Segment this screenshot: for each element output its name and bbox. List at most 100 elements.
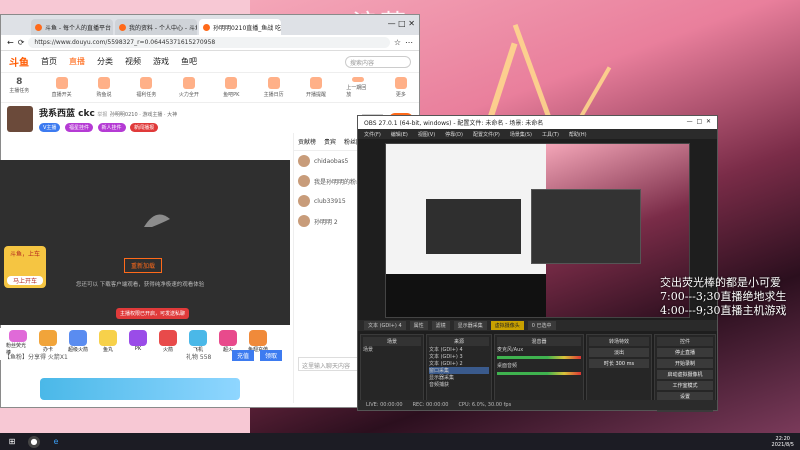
virtual-camera-start-button[interactable]: 启动虚拟摄像机	[657, 370, 713, 379]
nav-item[interactable]: 视频	[125, 56, 141, 67]
tab-contrib[interactable]: 贡献榜	[298, 137, 316, 146]
gift-item[interactable]: PK	[126, 330, 150, 356]
duration-field[interactable]: 时长 300 ms	[589, 359, 649, 368]
feature-item[interactable]: 直播开关	[49, 77, 73, 98]
window-controls[interactable]: — □ ✕	[388, 19, 415, 28]
claim-button[interactable]: 领取	[260, 350, 283, 361]
obs-preview[interactable]	[385, 143, 690, 318]
system-clock[interactable]: 22:20 2021/8/5	[772, 436, 794, 448]
gift-item[interactable]: 超级火箭	[66, 330, 90, 356]
reload-button[interactable]: 重新加载	[124, 258, 163, 273]
menu-scenes[interactable]: 场景集(S)	[510, 131, 532, 138]
feature-icon	[225, 77, 238, 89]
url-field[interactable]: https://www.douyu.com/5598327_r=0.064453…	[28, 37, 390, 48]
window-controls[interactable]: — □ ✕	[687, 118, 711, 127]
obs-taskbar-icon[interactable]: ●	[28, 435, 40, 448]
edge-taskbar-icon[interactable]: e	[50, 436, 62, 448]
stream-overlay-text: 交出荧光棒的都是小可爱 7:00---3;30直播绝地求生 4:00---9;3…	[660, 276, 787, 317]
menu-profile[interactable]: 配置文件(P)	[473, 131, 500, 138]
filters-button[interactable]: 滤镜	[431, 321, 450, 330]
promo-banner[interactable]: 斗鱼，上车 马上开车	[4, 246, 46, 288]
mixer-dock: 混音器 麦克风/Aux 桌面音频	[494, 334, 584, 402]
nav-item[interactable]: 游戏	[153, 56, 169, 67]
browser-tab-active[interactable]: 孙明明0210直播_鱼战 吃	[199, 19, 281, 35]
client-hint: 您还可以 下载客户端观看，获得纯净极速的观看体验	[76, 282, 205, 288]
nav-item[interactable]: 直播	[69, 56, 85, 67]
avatar[interactable]	[7, 106, 33, 132]
studio-mode-button[interactable]: 工作室模式	[657, 381, 713, 390]
audio-meter	[497, 372, 581, 375]
douyu-icon	[35, 23, 42, 31]
report-link[interactable]: 举报	[97, 112, 107, 118]
gift-item[interactable]: 鱼丸	[96, 330, 120, 356]
menu-help[interactable]: 帮助(H)	[569, 131, 587, 138]
feature-item[interactable]: 主播日历	[261, 77, 285, 98]
charge-button[interactable]: 充值	[232, 350, 255, 361]
browser-tab[interactable]: 我的资料 - 个人中心 - 斗鱼	[115, 19, 197, 35]
feature-item[interactable]: 购鱼说	[92, 77, 116, 98]
selection-count: 0 已选中	[527, 321, 556, 330]
video-player[interactable]: 重新加载 您还可以 下载客户端观看，获得纯净极速的观看体验 斗鱼，上车 马上开车 …	[0, 160, 290, 325]
menu-tools[interactable]: 工具(T)	[542, 131, 559, 138]
rec-time: REC: 00:00:00	[412, 402, 449, 408]
site-logo[interactable]: 斗鱼	[9, 54, 29, 69]
gift-item[interactable]: 火箭	[156, 330, 180, 356]
feature-item[interactable]: 更多	[389, 77, 413, 98]
obs-window: OBS 27.0.1 (64-bit, windows) - 配置文件: 未命名…	[357, 115, 718, 412]
windows-start-icon[interactable]: ⊞	[6, 436, 18, 448]
display-capture-button[interactable]: 显示器采集	[453, 321, 487, 330]
address-bar: ← ⟳ https://www.douyu.com/5598327_r=0.06…	[1, 35, 419, 51]
taskbar: ⊞ ● e 22:20 2021/8/5	[0, 433, 800, 450]
virtual-camera-button[interactable]: 虚拟摄像头	[490, 321, 524, 330]
browser-tab[interactable]: 斗鱼 - 每个人的直播平台	[31, 19, 113, 35]
feature-item[interactable]: 8 主播任务	[7, 77, 31, 98]
feature-item[interactable]: 火力全开	[177, 77, 201, 98]
source-item[interactable]: 文本 (GDI+) 3	[429, 353, 489, 360]
douyu-icon	[119, 23, 126, 31]
source-item[interactable]: 文本 (GDI+) 4	[429, 346, 489, 353]
refresh-icon[interactable]: ⟳	[18, 38, 25, 47]
badge: 新人挂件	[97, 123, 126, 132]
share-text[interactable]: 【鱼粉】分享得 火箭X1	[4, 352, 68, 361]
feature-icon	[182, 77, 195, 89]
gift-icon	[9, 330, 27, 342]
record-button[interactable]: 开始录制	[657, 359, 713, 368]
menu-file[interactable]: 文件(F)	[364, 131, 381, 138]
feature-item[interactable]: 鱼吧PK	[219, 77, 243, 98]
nav-item[interactable]: 鱼吧	[181, 56, 197, 67]
cpu-fps: CPU: 6.0%, 30.00 fps	[458, 402, 512, 408]
star-icon[interactable]: ☆	[394, 38, 401, 47]
scene-item[interactable]: 场景	[363, 346, 421, 353]
source-item[interactable]: 音频捕获	[429, 381, 489, 388]
gift-icon	[219, 330, 237, 346]
scenes-dock: 场景 场景	[360, 334, 424, 402]
live-time: LIVE: 00:00:00	[366, 402, 403, 408]
source-item[interactable]: 窗口采集	[429, 367, 489, 374]
back-icon[interactable]: ←	[7, 38, 14, 47]
properties-button[interactable]: 属性	[409, 321, 428, 330]
source-item[interactable]: 文本 (GDI+) 2	[429, 360, 489, 367]
menu-dock[interactable]: 停靠(D)	[445, 131, 463, 138]
selected-source: 文本 (GDI+) 4	[364, 321, 406, 330]
site-nav: 斗鱼 首页 直播 分类 视频 游戏 鱼吧 搜索内容	[1, 51, 419, 73]
menu-view[interactable]: 视图(V)	[418, 131, 435, 138]
feature-item[interactable]: 福利任务	[134, 77, 158, 98]
badge: 新闻播报	[130, 123, 159, 132]
badge: V主播	[39, 123, 61, 132]
source-item[interactable]: 显示器采集	[429, 374, 489, 381]
room-title: 我系西蓝 ckc	[39, 109, 95, 119]
search-input[interactable]: 搜索内容	[345, 55, 411, 68]
nav-item[interactable]: 首页	[41, 56, 57, 67]
tab-vip[interactable]: 贵宾	[324, 137, 336, 146]
preview-obs	[531, 189, 641, 264]
feature-item[interactable]: 开播提醒	[304, 77, 328, 98]
nav-item[interactable]: 分类	[97, 56, 113, 67]
transition-select[interactable]: 淡出	[589, 348, 649, 357]
menu-edit[interactable]: 编辑(E)	[391, 131, 408, 138]
feature-item[interactable]: 上一期回放	[346, 77, 370, 98]
stop-stream-button[interactable]: 停止直播	[657, 348, 713, 357]
gift-icon	[99, 330, 117, 346]
controls-dock: 控件 停止直播 开始录制 启动虚拟摄像机 工作室模式 设置 退出	[654, 334, 716, 412]
menu-icon[interactable]: ⋯	[405, 38, 413, 47]
ad-banner[interactable]	[40, 378, 240, 400]
